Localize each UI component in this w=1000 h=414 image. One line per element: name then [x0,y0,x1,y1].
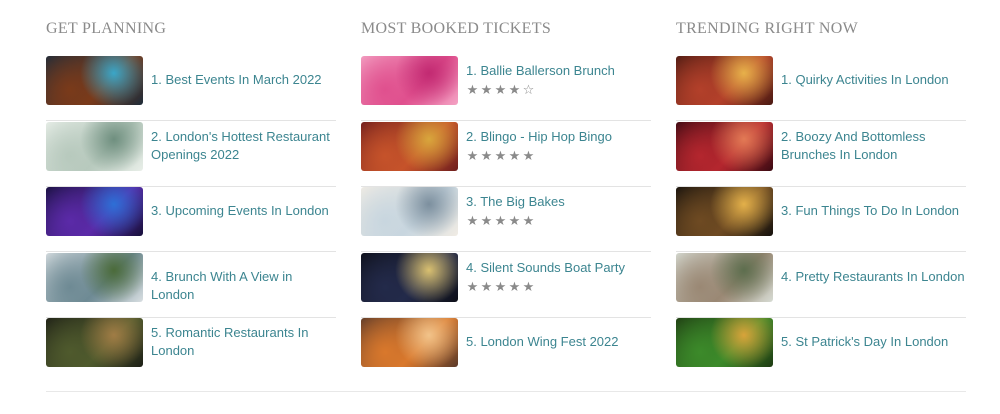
stage-performance-image[interactable] [46,56,143,105]
list-item-label[interactable]: 5. London Wing Fest 2022 [466,333,652,351]
trending-right-now-heading: TRENDING RIGHT NOW [676,20,858,37]
list-item-label[interactable]: 2. London's Hottest Restaurant Openings … [151,128,337,164]
star-filled-icon: ★ [480,148,494,163]
star-filled-icon: ★ [480,279,494,294]
st-patricks-image[interactable] [676,318,773,367]
list-item-label[interactable]: 3. Fun Things To Do In London [781,202,967,220]
list-item[interactable]: 1. Best Events In March 2022 [46,55,336,121]
list-item-label[interactable]: 2. Blingo - Hip Hop Bingo [466,128,652,146]
list-item-label[interactable]: 5. Romantic Restaurants In London [151,324,337,360]
list-item[interactable]: 2. Boozy And Bottomless Brunches In Lond… [676,121,966,187]
star-filled-icon: ★ [508,82,522,97]
list-item[interactable]: 2. Blingo - Hip Hop Bingo ★★★★★ [361,121,651,187]
list-item[interactable]: 3. The Big Bakes ★★★★★ [361,186,651,252]
bright-restaurant-interior-image[interactable] [46,122,143,171]
star-filled-icon: ★ [494,213,508,228]
list-item-label[interactable]: 3. The Big Bakes [466,193,652,211]
list-item-label[interactable]: 5. St Patrick's Day In London [781,333,967,351]
pink-ballpit-image[interactable] [361,56,458,105]
list-item[interactable]: 4. Pretty Restaurants In London [676,252,966,318]
star-filled-icon: ★ [522,279,536,294]
star-empty-icon: ☆ [522,82,536,97]
star-rating: ★★★★★ [466,279,536,295]
list-item[interactable]: 1. Quirky Activities In London [676,55,966,121]
list-item[interactable]: 5. St Patrick's Day In London [676,317,966,383]
star-filled-icon: ★ [466,148,480,163]
list-item-label[interactable]: 4. Pretty Restaurants In London [781,268,967,286]
star-filled-icon: ★ [508,148,522,163]
list-item[interactable]: 4. Silent Sounds Boat Party ★★★★★ [361,252,651,318]
list-item[interactable]: 4. Brunch With A View in London [46,252,336,318]
star-rating: ★★★★★ [466,213,536,229]
star-filled-icon: ★ [494,148,508,163]
star-filled-icon: ★ [494,279,508,294]
star-filled-icon: ★ [522,148,536,163]
list-item[interactable]: 3. Fun Things To Do In London [676,186,966,252]
night-river-boat-image[interactable] [361,253,458,302]
list-item-label[interactable]: 2. Boozy And Bottomless Brunches In Lond… [781,128,967,164]
baking-tent-image[interactable] [361,187,458,236]
list-item[interactable]: 2. London's Hottest Restaurant Openings … [46,121,336,187]
list-item-label[interactable]: 3. Upcoming Events In London [151,202,337,220]
night-market-image[interactable] [676,187,773,236]
list-item[interactable]: 3. Upcoming Events In London [46,186,336,252]
list-item-label[interactable]: 4. Brunch With A View in London [151,268,337,304]
skyline-restaurant-image[interactable] [46,253,143,302]
star-filled-icon: ★ [522,213,536,228]
most-booked-tickets-heading: MOST BOOKED TICKETS [361,20,552,37]
star-rating: ★★★★★ [466,148,536,164]
party-brunch-image[interactable] [676,122,773,171]
list-item-label[interactable]: 1. Ballie Ballerson Brunch [466,62,652,80]
star-filled-icon: ★ [480,213,494,228]
list-item[interactable]: 5. Romantic Restaurants In London [46,317,336,383]
star-filled-icon: ★ [466,279,480,294]
chicken-wings-image[interactable] [361,318,458,367]
list-item[interactable]: 1. Ballie Ballerson Brunch ★★★★☆ [361,55,651,121]
star-filled-icon: ★ [508,213,522,228]
list-item-label[interactable]: 4. Silent Sounds Boat Party [466,259,652,277]
get-planning-heading: GET PLANNING [46,20,167,37]
arcade-bar-image[interactable] [676,56,773,105]
star-filled-icon: ★ [466,213,480,228]
floral-restaurant-image[interactable] [676,253,773,302]
list-item-label[interactable]: 1. Quirky Activities In London [781,71,967,89]
star-filled-icon: ★ [480,82,494,97]
garden-dining-image[interactable] [46,318,143,367]
concert-crowd-image[interactable] [46,187,143,236]
star-filled-icon: ★ [466,82,480,97]
bottom-divider [46,391,966,392]
star-rating: ★★★★☆ [466,82,536,98]
list-item-label[interactable]: 1. Best Events In March 2022 [151,71,337,89]
star-filled-icon: ★ [494,82,508,97]
star-filled-icon: ★ [508,279,522,294]
list-item[interactable]: 5. London Wing Fest 2022 [361,317,651,383]
hip-hop-bingo-image[interactable] [361,122,458,171]
